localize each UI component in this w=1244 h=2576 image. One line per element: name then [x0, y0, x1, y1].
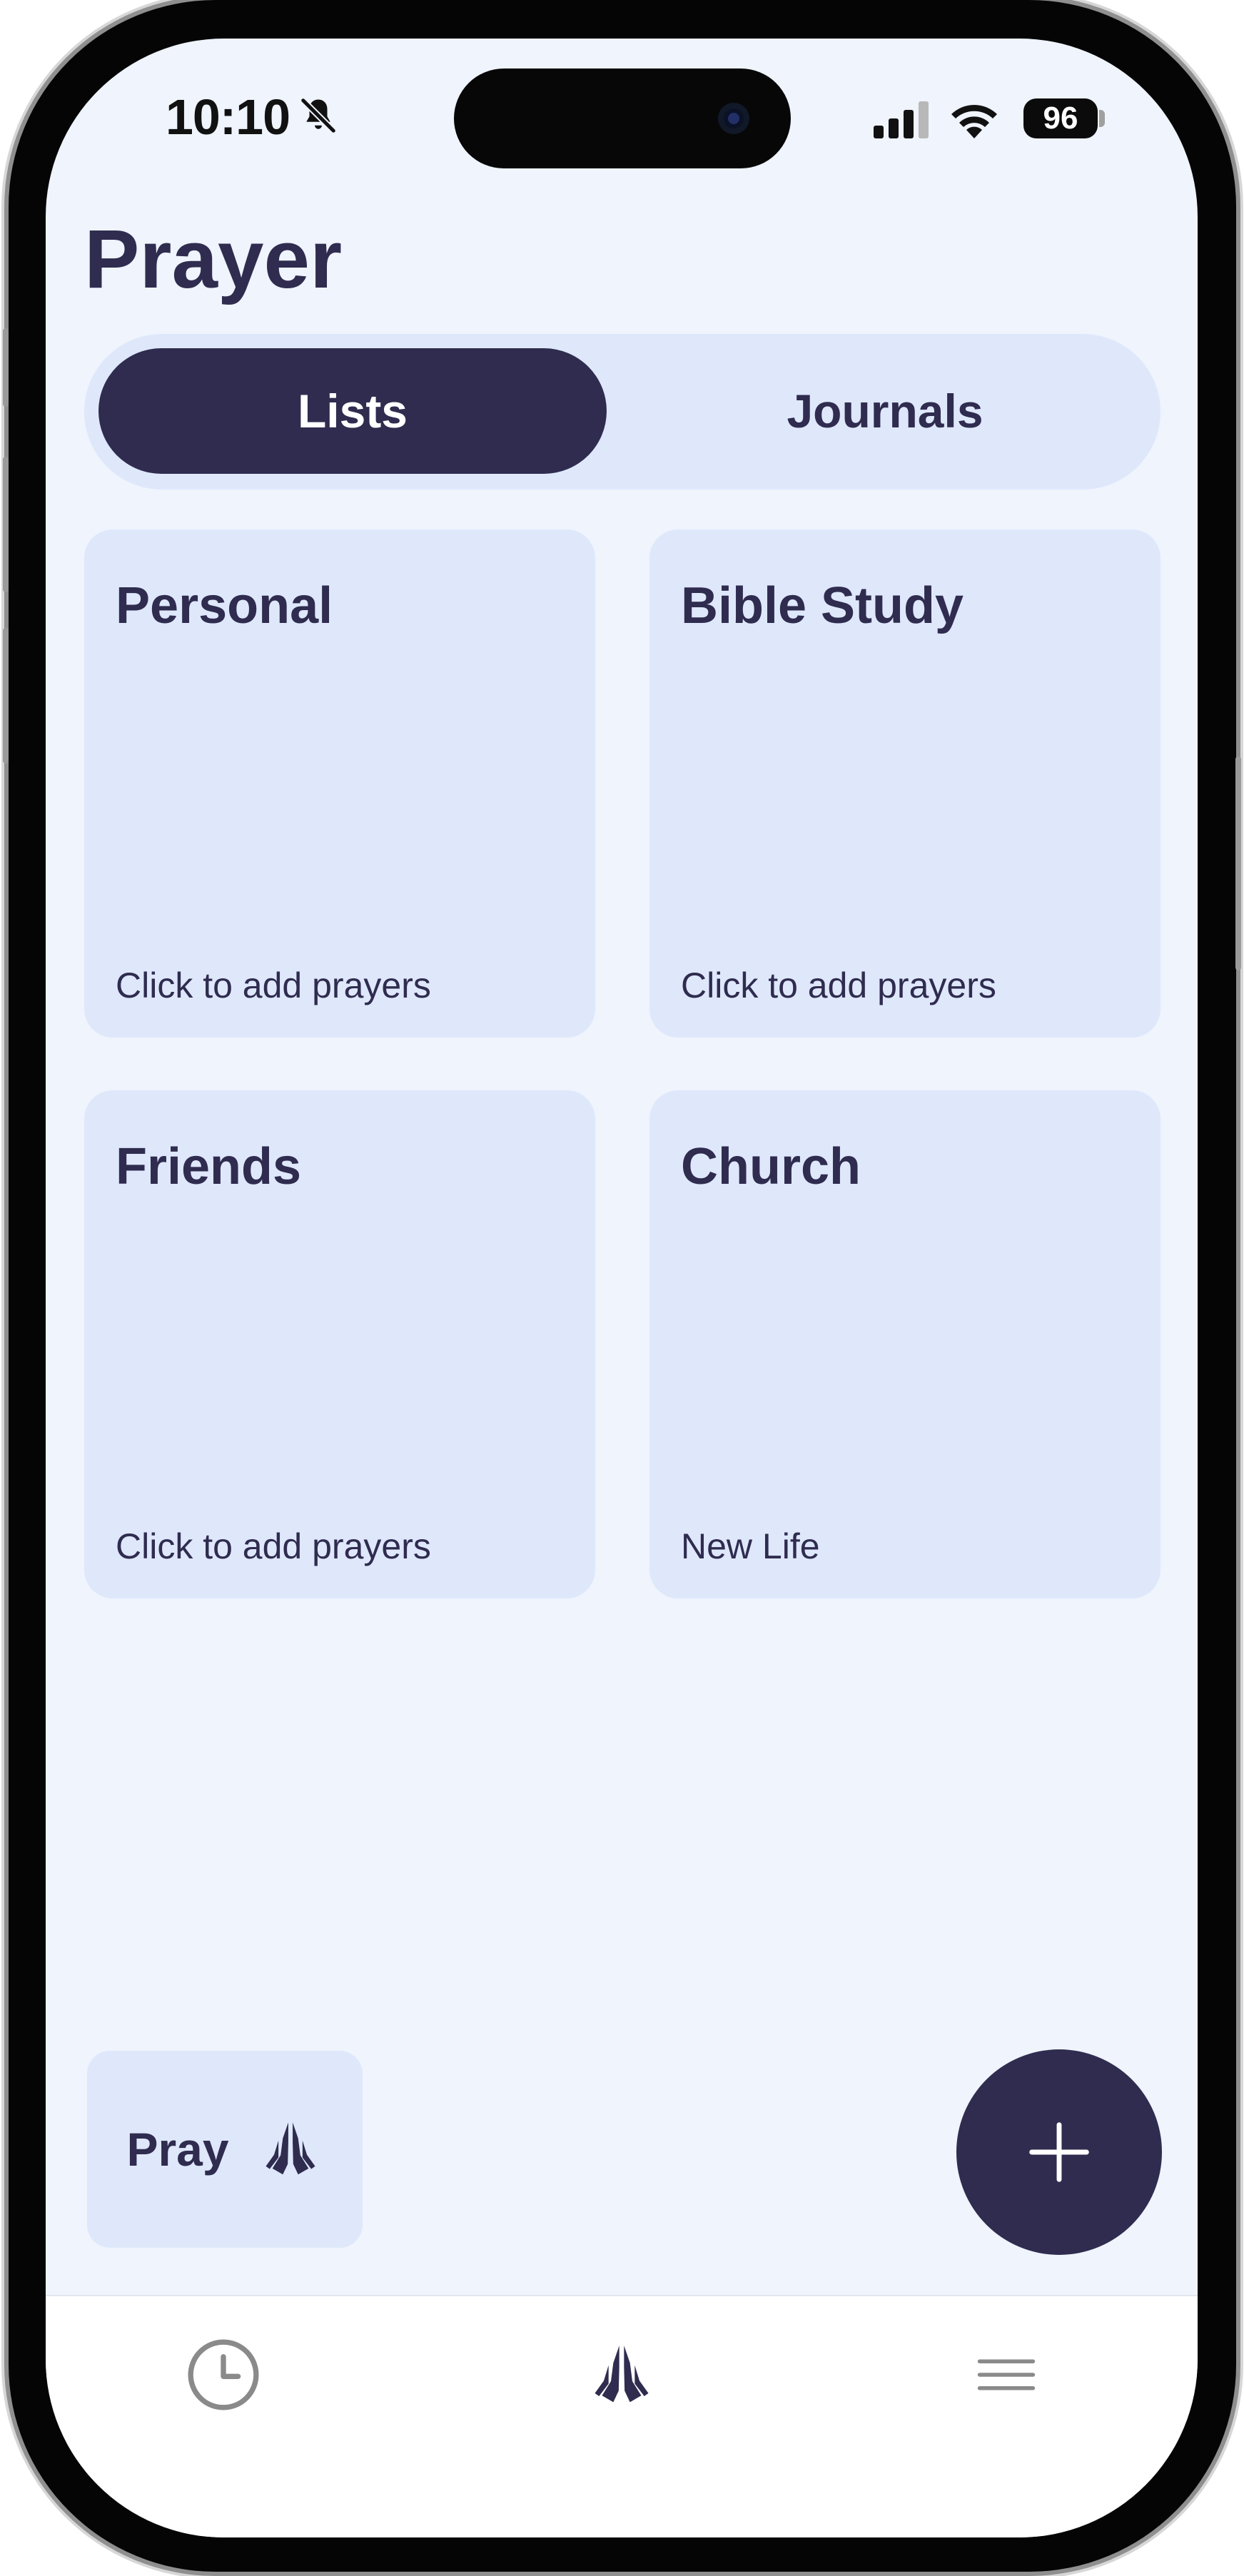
- card-title: Church: [681, 1138, 861, 1195]
- clock-icon: [188, 2339, 259, 2410]
- pray-button-label: Pray: [126, 2123, 229, 2176]
- lists-journals-segmented-control: Lists Journals: [84, 334, 1160, 490]
- battery-icon: 96: [1023, 98, 1098, 138]
- dynamic-island: [454, 69, 791, 168]
- card-subtitle: Click to add prayers: [116, 1526, 431, 1566]
- volume-down-side-button: [3, 628, 9, 764]
- list-card-personal[interactable]: Personal Click to add prayers: [84, 529, 595, 1038]
- tab-lists[interactable]: Lists: [98, 348, 607, 474]
- tab-prayer[interactable]: [565, 2318, 679, 2432]
- tab-menu[interactable]: [949, 2318, 1063, 2432]
- card-title: Personal: [116, 577, 333, 634]
- wifi-icon: [951, 105, 997, 138]
- praying-hands-icon: [595, 2346, 649, 2403]
- bottom-tab-bar: [46, 2295, 1198, 2537]
- list-card-church[interactable]: Church New Life: [649, 1090, 1160, 1598]
- power-side-button: [1235, 756, 1241, 970]
- pray-button[interactable]: Pray: [87, 2051, 363, 2248]
- card-title: Friends: [116, 1138, 302, 1195]
- status-time: 10:10: [166, 89, 290, 145]
- phone-screen: 10:10 96 Prayer Lists Journals Personal …: [46, 39, 1198, 2537]
- front-camera: [718, 103, 749, 134]
- action-side-button: [3, 328, 9, 407]
- card-subtitle: New Life: [681, 1526, 820, 1566]
- battery-cap: [1099, 110, 1105, 127]
- volume-up-side-button: [3, 457, 9, 592]
- card-subtitle: Click to add prayers: [116, 965, 431, 1005]
- plus-icon: [1029, 2122, 1089, 2182]
- list-card-bible-study[interactable]: Bible Study Click to add prayers: [649, 529, 1160, 1038]
- card-title: Bible Study: [681, 577, 964, 634]
- tab-history[interactable]: [166, 2318, 280, 2432]
- hamburger-menu-icon: [977, 2359, 1036, 2390]
- page-title: Prayer: [84, 213, 343, 305]
- bell-slash-icon: [300, 97, 337, 134]
- cellular-signal-icon: [874, 101, 929, 138]
- list-card-friends[interactable]: Friends Click to add prayers: [84, 1090, 595, 1598]
- praying-hands-icon: [266, 2122, 315, 2175]
- card-subtitle: Click to add prayers: [681, 965, 996, 1005]
- tab-journals[interactable]: Journals: [631, 348, 1139, 474]
- add-list-button[interactable]: [956, 2049, 1162, 2255]
